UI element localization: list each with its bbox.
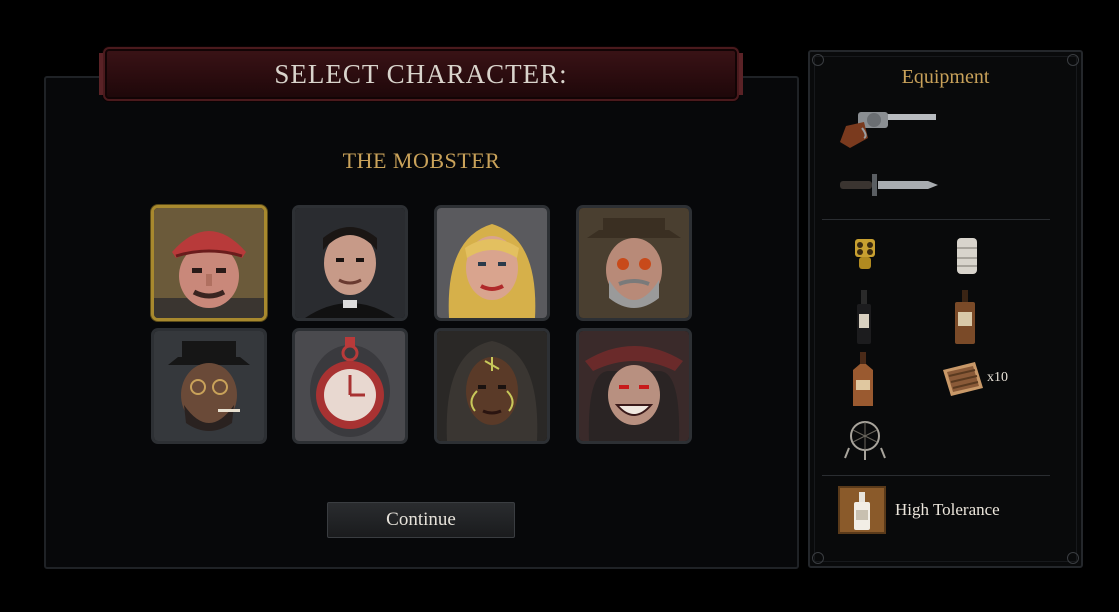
corner-ornament <box>1067 552 1079 564</box>
smoking-man-portrait-icon <box>154 331 264 441</box>
bottle-trait-icon <box>838 486 886 534</box>
continue-button[interactable]: Continue <box>327 502 515 538</box>
equipment-title: Equipment <box>901 66 990 88</box>
corner-ornament <box>1067 54 1079 66</box>
portrait-grinning-man[interactable] <box>576 328 692 444</box>
portrait-bearded-man[interactable] <box>576 205 692 321</box>
whiskey-bottle-icon[interactable] <box>855 290 873 344</box>
portrait-locked[interactable] <box>292 328 408 444</box>
dreamcatcher-icon[interactable] <box>843 418 887 460</box>
priest-portrait-icon <box>295 208 405 318</box>
selected-character-name: THE MOBSTER <box>342 148 501 173</box>
page-title: SELECT CHARACTER: <box>274 58 568 89</box>
portrait-priest[interactable] <box>292 205 408 321</box>
portrait-painted-woman[interactable] <box>434 328 550 444</box>
portrait-blonde-woman[interactable] <box>434 205 550 321</box>
painted-woman-portrait-icon <box>437 331 547 441</box>
stopwatch-lock-icon <box>295 331 405 441</box>
equipment-divider <box>822 219 1050 220</box>
mobster-portrait-icon <box>154 208 264 318</box>
trait-label: High Tolerance <box>895 500 1000 519</box>
bandage-icon[interactable] <box>954 236 980 276</box>
equipment-divider <box>822 475 1050 476</box>
corner-ornament <box>812 54 824 66</box>
title-banner: SELECT CHARACTER: <box>99 47 743 101</box>
corner-ornament <box>812 552 824 564</box>
rum-bottle-icon[interactable] <box>953 290 977 344</box>
cigar-box-icon[interactable] <box>941 358 985 400</box>
bearded-man-portrait-icon <box>579 208 689 318</box>
portrait-mobster[interactable] <box>151 205 267 321</box>
liquor-bottle-icon[interactable] <box>851 352 875 406</box>
grinning-man-portrait-icon <box>579 331 689 441</box>
cigar-quantity: x10 <box>987 370 1008 385</box>
revolver-icon[interactable] <box>838 108 938 150</box>
brass-knuckles-icon[interactable] <box>851 237 879 271</box>
knife-icon[interactable] <box>838 172 938 198</box>
blonde-woman-portrait-icon <box>437 208 547 318</box>
portrait-smoking-man[interactable] <box>151 328 267 444</box>
